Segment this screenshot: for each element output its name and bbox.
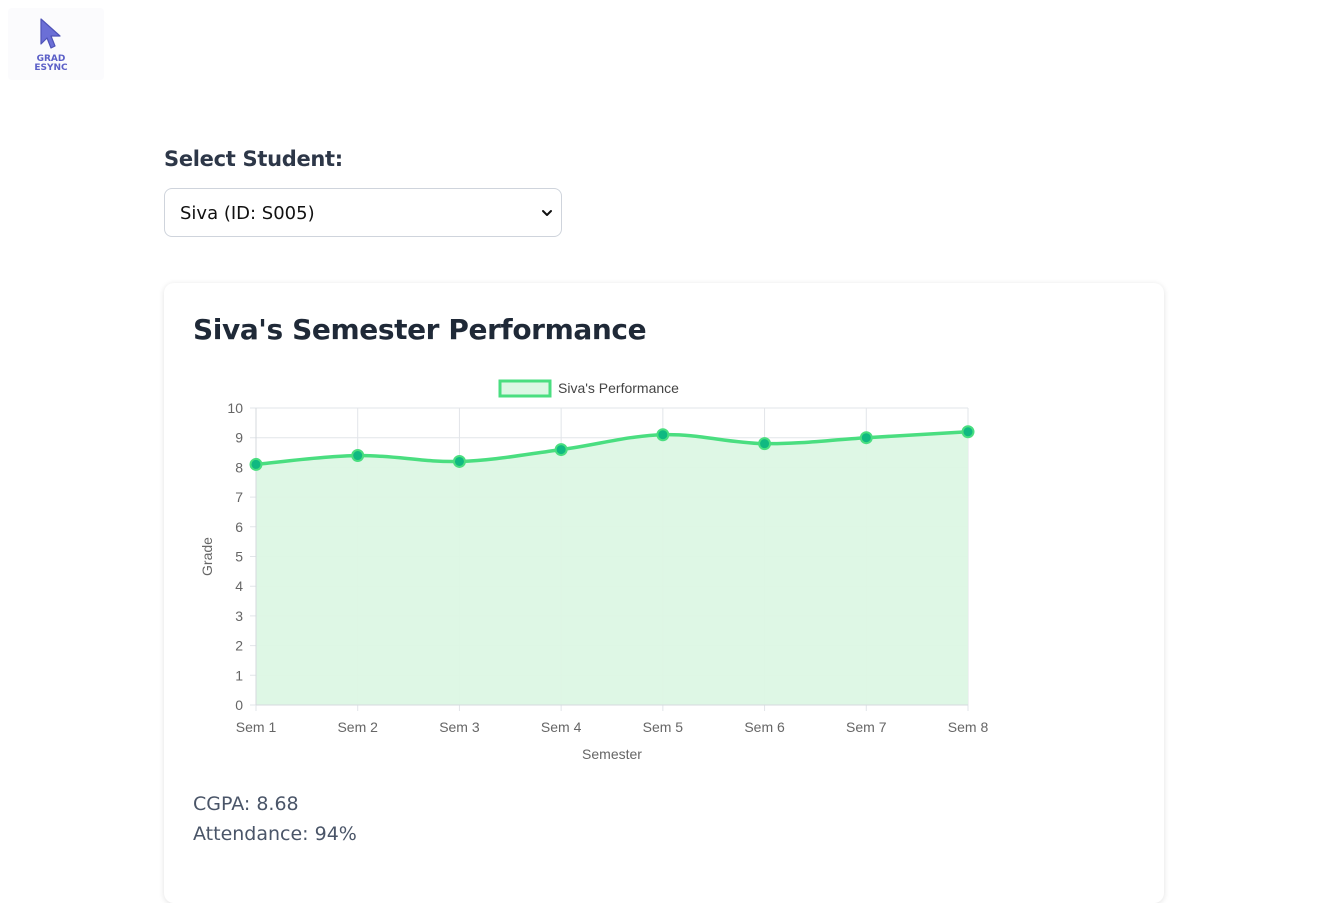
x-tick-label: Sem 6: [744, 719, 785, 735]
y-tick-label: 6: [235, 519, 243, 535]
cursor-arrow-icon: [40, 18, 61, 49]
x-tick-label: Sem 4: [541, 719, 582, 735]
app-logo[interactable]: GRAD ESYNC: [8, 8, 104, 80]
student-select[interactable]: Siva (ID: S005): [164, 188, 562, 237]
y-tick-label: 7: [235, 489, 243, 505]
y-tick-label: 3: [235, 608, 243, 624]
x-tick-label: Sem 3: [439, 719, 480, 735]
x-tick-label: Sem 1: [236, 719, 277, 735]
performance-chart: 012345678910Sem 1 Sem 2 Sem 3 Sem 4 Sem 5 Sem…: [199, 379, 989, 762]
y-tick-label: 0: [235, 697, 243, 713]
x-tick-label: Sem 5: [643, 719, 684, 735]
y-tick-label: 4: [235, 578, 243, 594]
y-tick-label: 1: [235, 667, 243, 683]
student-select-value: Siva (ID: S005): [180, 203, 315, 224]
series-area-fill: [256, 431, 968, 705]
y-tick-label: 10: [227, 400, 243, 416]
performance-card: Siva's Semester Performance 0 1 2 3 4 5 6 7 8 9 10…: [164, 283, 1164, 903]
x-tick-label: Sem 2: [337, 719, 378, 735]
data-point: [249, 457, 263, 471]
x-axis-title: Semester: [582, 746, 642, 762]
x-tick-label: Sem 7: [846, 719, 887, 735]
logo-text-line2: ESYNC: [34, 63, 68, 73]
student-select-label: Select Student:: [164, 147, 343, 171]
attendance-text: Attendance: 94%: [193, 823, 357, 845]
data-point: [656, 428, 670, 442]
y-tick-label: 5: [235, 549, 243, 565]
chevron-down-icon: [542, 210, 552, 216]
legend-swatch: [498, 379, 552, 398]
data-point: [961, 425, 975, 439]
data-point: [554, 443, 568, 457]
y-tick-label: 9: [235, 430, 243, 446]
y-tick-label: 2: [235, 638, 243, 654]
data-point: [351, 449, 365, 463]
x-tick-label: Sem 8: [948, 719, 989, 735]
data-point: [758, 437, 772, 451]
cgpa-text: CGPA: 8.68: [193, 793, 299, 815]
data-point: [452, 454, 466, 468]
y-axis-title: Grade: [199, 537, 215, 576]
legend-label: Siva's Performance: [558, 380, 679, 396]
data-point: [859, 431, 873, 445]
y-tick-label: 8: [235, 459, 243, 475]
